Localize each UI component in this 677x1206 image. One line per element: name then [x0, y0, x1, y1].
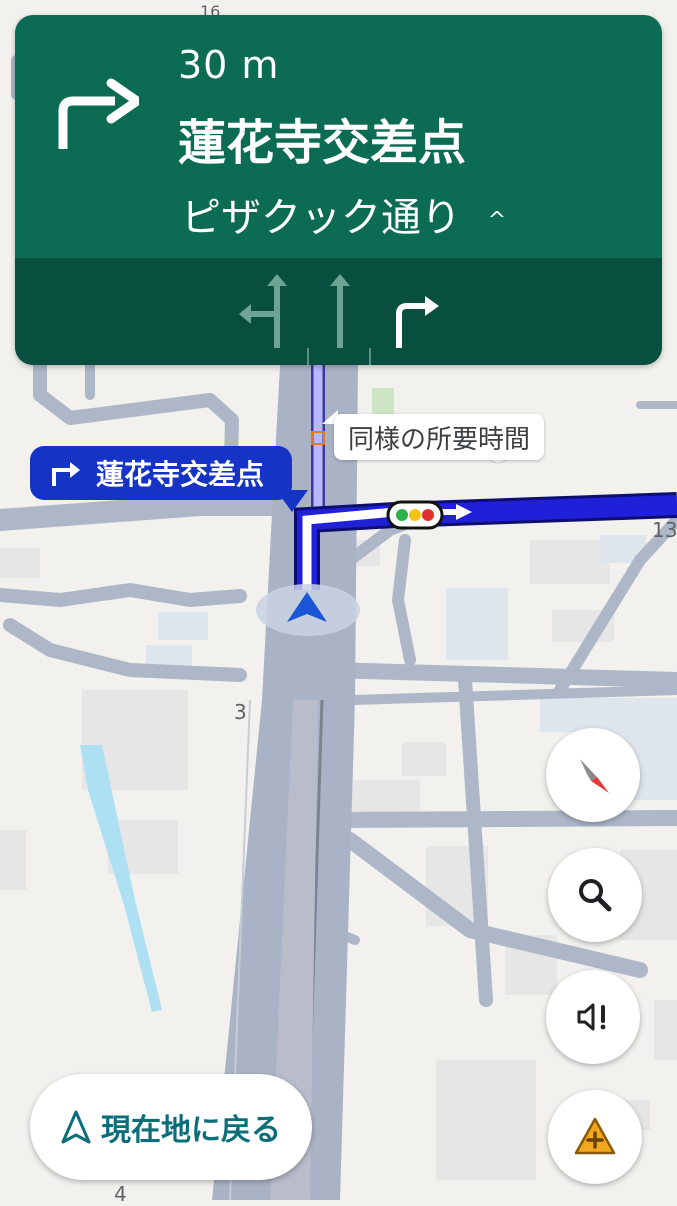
report-incident-button[interactable] [548, 1090, 642, 1184]
lane-guidance [15, 258, 662, 365]
alt-route-label: 同様の所要時間 [348, 424, 531, 455]
navigation-arrow-icon [61, 1110, 91, 1144]
turn-right-icon [58, 78, 139, 149]
lane-straight-icon [330, 274, 350, 348]
turn-callout: 蓮花寺交差点 [30, 446, 293, 500]
compass-button[interactable] [546, 728, 640, 822]
lane-divider [307, 348, 309, 365]
report-incident-icon [574, 1117, 616, 1155]
turn-right-icon [52, 462, 80, 486]
traffic-light-icon [386, 500, 444, 530]
compass-icon [580, 759, 609, 793]
current-location-icon [256, 584, 360, 636]
lane-right-icon [396, 296, 439, 348]
sound-alert-icon [577, 1003, 606, 1031]
road-number: 4 [114, 1182, 127, 1206]
search-icon [579, 879, 612, 912]
recenter-label: 現在地に戻る [101, 1113, 281, 1148]
navigation-banner[interactable]: 30 m 蓮花寺交差点 ピザクック通り ^ [15, 15, 662, 365]
road-number: 3 [234, 700, 247, 724]
alt-route-callout[interactable]: 同様の所要時間 [334, 414, 545, 460]
chevron-up-icon: ^ [487, 207, 507, 233]
maneuver-distance: 30 m [178, 43, 280, 87]
maneuver-street: 蓮花寺交差点 [178, 115, 467, 171]
next-maneuver[interactable]: 30 m 蓮花寺交差点 ピザクック通り ^ [15, 15, 662, 258]
lane-straight-left-icon [239, 274, 287, 348]
search-button[interactable] [548, 848, 642, 942]
road-number: 13 [652, 518, 677, 542]
sound-button[interactable] [546, 970, 640, 1064]
recenter-button[interactable]: 現在地に戻る [30, 1074, 312, 1180]
towards-road-label: ピザクック通り [181, 195, 461, 241]
towards-road[interactable]: ピザクック通り ^ [181, 185, 506, 243]
lane-divider [369, 348, 371, 365]
turn-callout-label: 蓮花寺交差点 [96, 458, 265, 491]
